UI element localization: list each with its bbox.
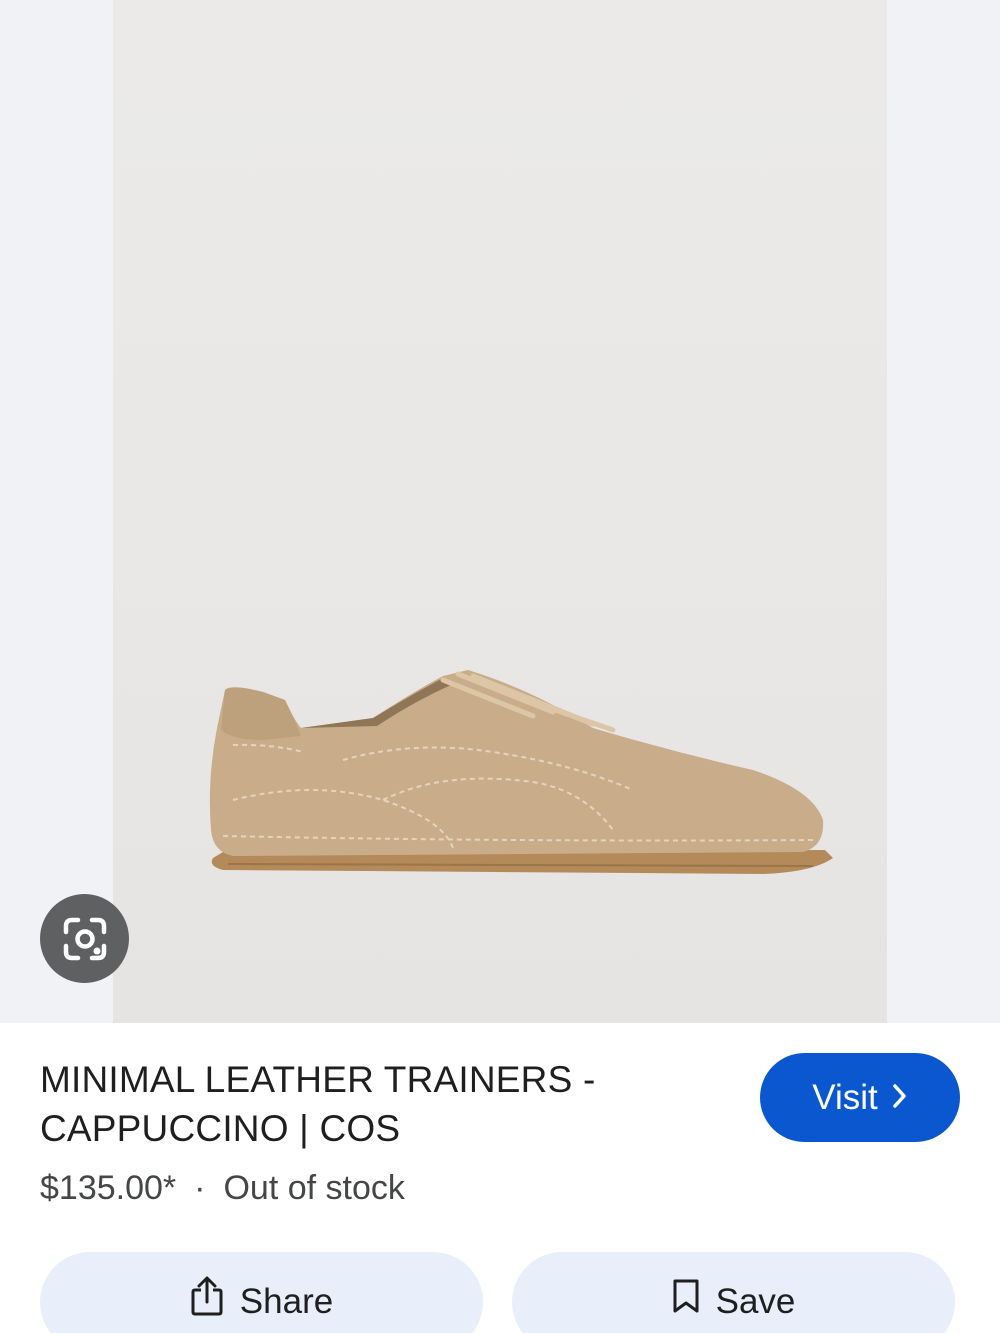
separator-dot: ·: [194, 1169, 206, 1207]
product-result-page: MINIMAL LEATHER TRAINERS - CAPPUCCINO | …: [0, 0, 1000, 1333]
image-area: [0, 0, 1000, 1023]
bookmark-icon: [673, 1279, 699, 1313]
product-title[interactable]: MINIMAL LEATHER TRAINERS - CAPPUCCINO | …: [40, 1055, 680, 1153]
visit-label: Visit: [812, 1077, 878, 1117]
save-button[interactable]: Save: [512, 1252, 955, 1333]
product-image[interactable]: [113, 0, 887, 1023]
product-title-line2: CAPPUCCINO | COS: [40, 1108, 401, 1149]
save-label: Save: [715, 1282, 796, 1321]
suede-sneaker-image: [209, 670, 833, 874]
visit-button[interactable]: Visit: [760, 1053, 960, 1142]
price-row: $135.00* · Out of stock: [40, 1169, 405, 1208]
product-title-line1: MINIMAL LEATHER TRAINERS -: [40, 1059, 596, 1100]
stock-status: Out of stock: [223, 1169, 405, 1207]
share-icon: [191, 1276, 223, 1316]
chevron-right-icon: [892, 1078, 908, 1118]
price: $135.00*: [40, 1169, 177, 1207]
lens-icon: [63, 917, 106, 960]
product-info-panel: MINIMAL LEATHER TRAINERS - CAPPUCCINO | …: [0, 1023, 1000, 1333]
share-button[interactable]: Share: [40, 1252, 483, 1333]
lens-button[interactable]: [40, 894, 129, 983]
share-label: Share: [239, 1282, 334, 1321]
